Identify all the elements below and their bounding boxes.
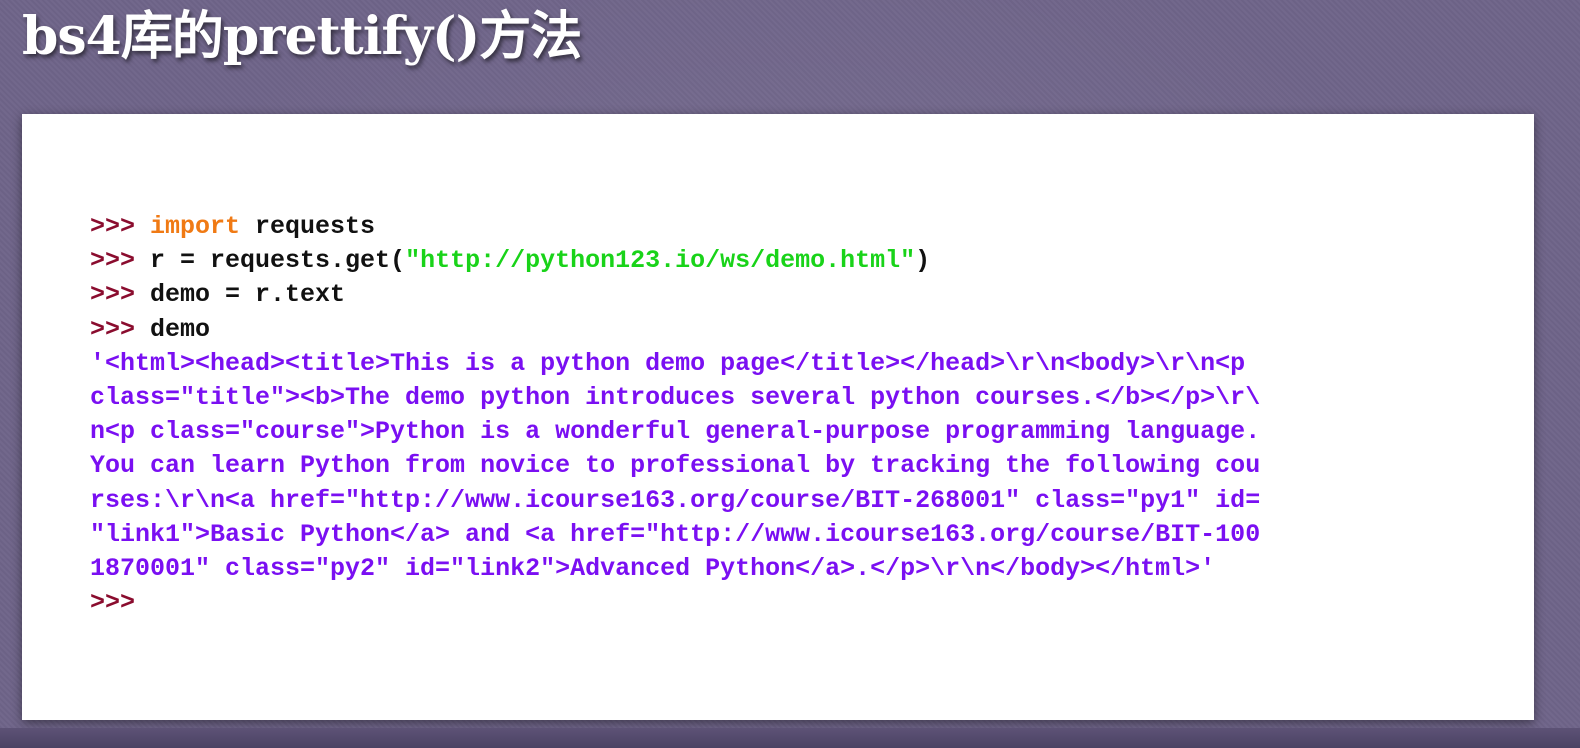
code-text: requests	[240, 212, 376, 241]
code-line-demo: >>> demo	[90, 313, 1260, 347]
final-prompt: >>>	[90, 588, 136, 618]
prompt-marker: >>>	[90, 212, 151, 241]
code-line-import: >>> import requests	[90, 210, 1260, 244]
output-line: "link1">Basic Python</a> and <a href="ht…	[90, 519, 1261, 549]
bottom-strip	[0, 728, 1580, 748]
code-panel: >>> import requests >>> r = requests.get(…	[22, 114, 1534, 720]
code-text: demo = r.text	[150, 280, 346, 310]
prompt-marker: >>>	[90, 246, 151, 276]
code-text: r = requests.get(	[150, 246, 406, 276]
output-line: rses:\r\n<a href="http://www.icourse163.…	[90, 485, 1261, 515]
code-line-request: >>> r = requests.get("http://python123.i…	[90, 244, 1260, 278]
slide-title: bs4库的prettify()方法	[22, 6, 582, 67]
output-line: class="title"><b>The demo python introdu…	[90, 382, 1261, 412]
keyword-import: import	[150, 212, 241, 241]
output-line: n<p class="course">Python is a wonderful…	[90, 417, 1261, 447]
code-text-suffix: )	[915, 246, 931, 276]
output-line: '<html><head><title>This is a python dem…	[90, 348, 1246, 378]
code-line-demo-assign: >>> demo = r.text	[90, 278, 1260, 312]
output-line: You can learn Python from novice to prof…	[90, 451, 1261, 481]
url-string: "http://python123.io/ws/demo.html"	[405, 246, 916, 276]
output-line: 1870001" class="py2" id="link2">Advanced…	[90, 553, 1216, 583]
code-block: >>> import requests >>> r = requests.get(…	[90, 210, 1260, 620]
prompt-marker: >>>	[90, 314, 151, 344]
prompt-marker: >>>	[90, 280, 151, 310]
code-text: demo	[150, 314, 211, 344]
